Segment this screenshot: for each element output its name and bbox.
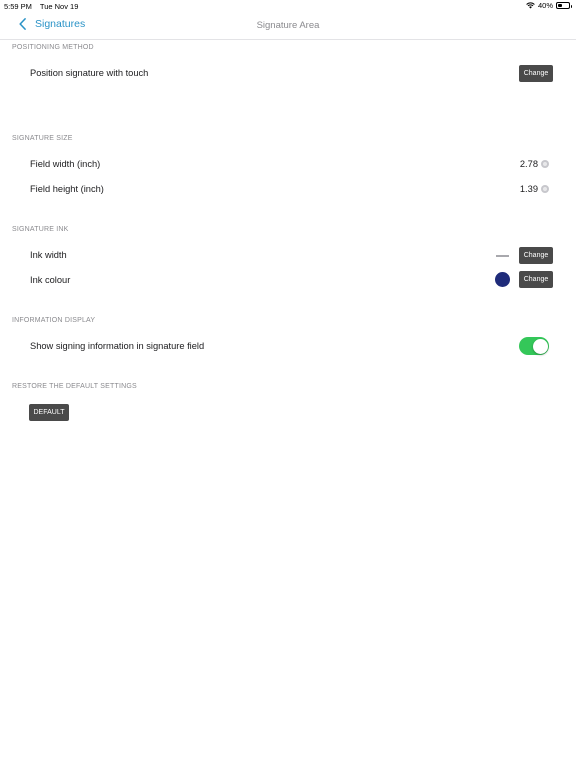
field-width-label: Field width (inch) xyxy=(30,159,101,169)
wifi-icon xyxy=(526,2,535,9)
field-height-value[interactable]: 1.39 xyxy=(520,184,538,194)
default-button[interactable]: DEFAULT xyxy=(29,404,69,421)
page-title: Signature Area xyxy=(256,20,320,31)
positioning-change-button[interactable]: Change xyxy=(519,65,553,82)
battery-icon xyxy=(556,2,572,9)
section-header-size: SIGNATURE SIZE xyxy=(12,135,73,142)
section-header-ink: SIGNATURE INK xyxy=(12,226,69,233)
show-signing-info-toggle[interactable] xyxy=(519,337,549,355)
section-header-restore: RESTORE THE DEFAULT SETTINGS xyxy=(12,383,137,390)
show-signing-info-label: Show signing information in signature fi… xyxy=(30,341,205,351)
status-right: 40% xyxy=(526,1,572,10)
ink-colour-swatch xyxy=(495,272,510,287)
ink-colour-label: Ink colour xyxy=(30,275,71,285)
field-height-label: Field height (inch) xyxy=(30,184,104,194)
ink-colour-change-button[interactable]: Change xyxy=(519,271,553,288)
field-width-stepper-icon[interactable] xyxy=(541,160,549,168)
ink-width-preview xyxy=(496,255,509,257)
field-height-stepper-icon[interactable] xyxy=(541,185,549,193)
battery-percent: 40% xyxy=(537,1,553,10)
status-left: 5:59 PM Tue Nov 19 xyxy=(4,2,84,11)
section-header-positioning: POSITIONING METHOD xyxy=(12,44,94,51)
ink-width-label: Ink width xyxy=(30,250,67,260)
position-method-label: Position signature with touch xyxy=(30,68,149,78)
ink-width-change-button[interactable]: Change xyxy=(519,247,553,264)
field-width-value[interactable]: 2.78 xyxy=(520,159,538,169)
section-header-info: INFORMATION DISPLAY xyxy=(12,317,96,324)
status-bar: 5:59 PM Tue Nov 19 40% xyxy=(0,0,576,12)
status-time: 5:59 PM xyxy=(4,2,32,11)
status-date: Tue Nov 19 xyxy=(39,2,79,11)
navigation-bar: Signatures Signature Area xyxy=(0,12,576,40)
toggle-knob xyxy=(532,338,548,354)
